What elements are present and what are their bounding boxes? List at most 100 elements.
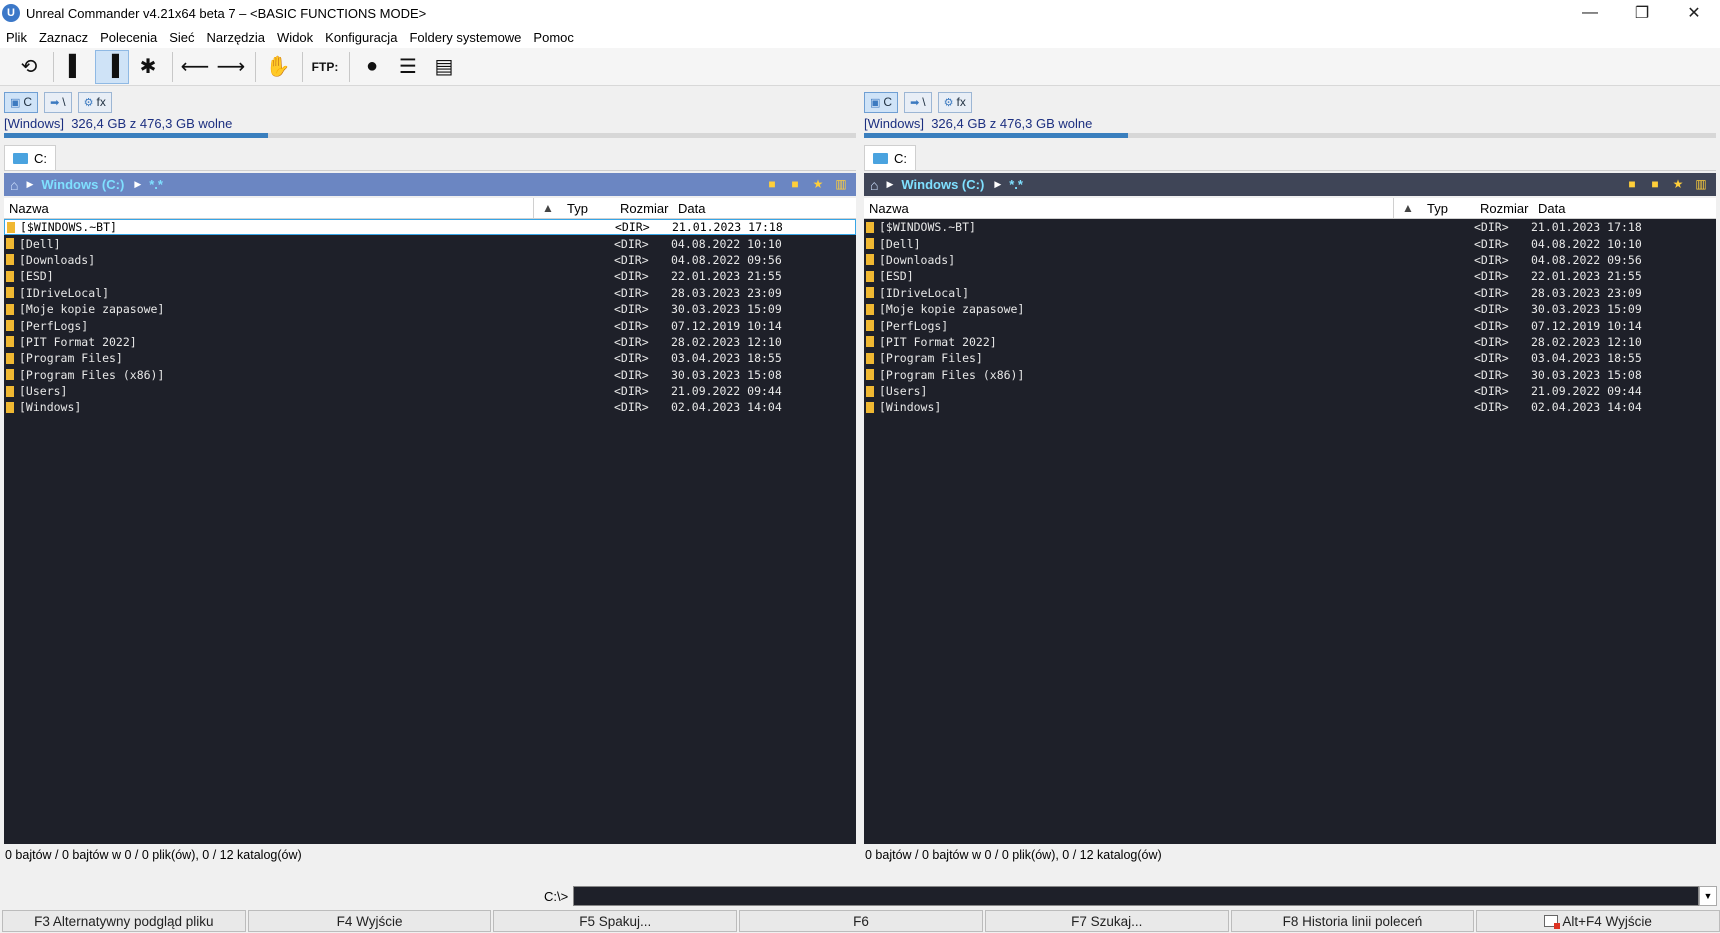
file-row[interactable]: [Downloads] <DIR> 04.08.2022 09:56 — [4, 252, 856, 268]
menu-konfiguracja[interactable]: Konfiguracja — [325, 30, 397, 45]
forward-icon[interactable]: ⟶ — [214, 50, 248, 84]
column-name[interactable]: Nazwa — [9, 201, 49, 216]
file-row[interactable]: [Program Files] <DIR> 03.04.2023 18:55 — [864, 350, 1716, 366]
star-icon[interactable]: ★ — [1669, 177, 1687, 193]
column-name[interactable]: Nazwa — [869, 201, 909, 216]
column-type[interactable]: Typ — [567, 201, 588, 216]
computer-icon[interactable]: ⌂ — [870, 177, 878, 193]
f8-button[interactable]: F8 Historia linii poleceń — [1230, 910, 1475, 932]
path-drive[interactable]: Windows (C:) — [41, 177, 124, 192]
file-row[interactable]: [PIT Format 2022] <DIR> 28.02.2023 12:10 — [4, 334, 856, 350]
alt-f4-button[interactable]: Alt+F4 Wyjście — [1476, 910, 1720, 932]
history-icon[interactable]: ▥ — [1692, 177, 1710, 193]
history-icon[interactable]: ▥ — [832, 177, 850, 193]
list-icon[interactable]: ☰ — [391, 50, 425, 84]
command-input[interactable] — [573, 886, 1699, 906]
back-icon[interactable]: ⟵ — [178, 50, 212, 84]
f6-button[interactable]: F6 — [739, 910, 983, 932]
select-files-icon[interactable]: ✱ — [131, 50, 165, 84]
f3-button[interactable]: F3 Alternatywny podgląd pliku — [2, 910, 246, 932]
panel-right-icon[interactable]: ▐ — [95, 49, 129, 84]
column-date[interactable]: Data — [678, 201, 705, 216]
f4-button[interactable]: F4 Wyjście — [247, 910, 492, 932]
folder-icon — [866, 369, 874, 381]
column-size[interactable]: Rozmiar — [1480, 201, 1528, 216]
file-row[interactable]: [Dell] <DIR> 04.08.2022 10:10 — [4, 235, 856, 251]
path-mask[interactable]: *.* — [1009, 177, 1023, 192]
file-row[interactable]: [$WINDOWS.~BT] <DIR> 21.01.2023 17:18 — [864, 219, 1716, 235]
file-row[interactable]: [Users] <DIR> 21.09.2022 09:44 — [4, 383, 856, 399]
file-date: 04.08.2022 09:56 — [1531, 252, 1642, 267]
path-drive[interactable]: Windows (C:) — [901, 177, 984, 192]
disk-info: [Windows] 326,4 GB z 476,3 GB wolne — [864, 114, 1716, 132]
favorites-folder-icon[interactable]: ■ — [763, 177, 781, 193]
menu-plik[interactable]: Plik — [6, 30, 27, 45]
fx-button[interactable]: ⚙ fx — [77, 91, 112, 113]
file-row[interactable]: [IDriveLocal] <DIR> 28.03.2023 23:09 — [4, 285, 856, 301]
file-date: 30.03.2023 15:08 — [1531, 367, 1642, 382]
refresh-icon[interactable]: ⟲ — [12, 50, 46, 84]
sort-ascending-icon[interactable]: ▲ — [542, 201, 554, 215]
tab-c[interactable]: C: — [864, 145, 916, 170]
file-row[interactable]: [Windows] <DIR> 02.04.2023 14:04 — [4, 399, 856, 415]
f5-button[interactable]: F5 Spakuj... — [493, 910, 738, 932]
new-folder-icon[interactable]: ■ — [786, 177, 804, 193]
folder-icon — [6, 287, 14, 299]
file-list[interactable]: [$WINDOWS.~BT] <DIR> 21.01.2023 17:18 [Dell… — [864, 219, 1716, 844]
file-row[interactable]: [Dell] <DIR> 04.08.2022 10:10 — [864, 235, 1716, 251]
path-tools: ■ ■ ★ ▥ — [758, 177, 856, 193]
file-row[interactable]: [Program Files] <DIR> 03.04.2023 18:55 — [4, 350, 856, 366]
menu-foldery-systemowe[interactable]: Foldery systemowe — [409, 30, 521, 45]
file-row[interactable]: [PIT Format 2022] <DIR> 28.02.2023 12:10 — [864, 334, 1716, 350]
menu-polecenia[interactable]: Polecenia — [100, 30, 157, 45]
close-button[interactable]: ✕ — [1668, 0, 1720, 26]
file-row[interactable]: [$WINDOWS.~BT] <DIR> 21.01.2023 17:18 — [4, 219, 856, 236]
sort-ascending-icon[interactable]: ▲ — [1402, 201, 1414, 215]
path-mask[interactable]: *.* — [149, 177, 163, 192]
menu-narzedzia[interactable]: Narzędzia — [207, 30, 266, 45]
menu-pomoc[interactable]: Pomoc — [533, 30, 573, 45]
archive-icon[interactable]: ✋ — [261, 50, 295, 84]
column-size[interactable]: Rozmiar — [620, 201, 668, 216]
favorites-folder-icon[interactable]: ■ — [1623, 177, 1641, 193]
file-row[interactable]: [Moje kopie zapasowe] <DIR> 30.03.2023 15:… — [864, 301, 1716, 317]
file-row[interactable]: [Program Files (x86)] <DIR> 30.03.2023 15:… — [4, 367, 856, 383]
star-icon[interactable]: ★ — [809, 177, 827, 193]
file-size: <DIR> — [1474, 302, 1509, 317]
drive-c-button[interactable]: ▣ C — [4, 91, 39, 113]
drive-icon: ▣ — [870, 96, 881, 109]
file-row[interactable]: [Downloads] <DIR> 04.08.2022 09:56 — [864, 252, 1716, 268]
root-button[interactable]: ➡ \ — [44, 91, 72, 113]
root-button[interactable]: ➡ \ — [904, 91, 932, 113]
notepad-icon[interactable]: ▤ — [427, 50, 461, 84]
file-row[interactable]: [ESD] <DIR> 22.01.2023 21:55 — [4, 268, 856, 284]
file-row[interactable]: [Program Files (x86)] <DIR> 30.03.2023 15:… — [864, 367, 1716, 383]
panel-left-icon[interactable]: ▌ — [59, 50, 93, 84]
minimize-button[interactable]: — — [1564, 0, 1616, 26]
menu-widok[interactable]: Widok — [277, 30, 313, 45]
file-list[interactable]: [$WINDOWS.~BT] <DIR> 21.01.2023 17:18 [Dell… — [4, 219, 856, 844]
menu-zaznacz[interactable]: Zaznacz — [39, 30, 88, 45]
chevron-down-icon[interactable]: ▼ — [1699, 886, 1717, 906]
file-row[interactable]: [Moje kopie zapasowe] <DIR> 30.03.2023 15:… — [4, 301, 856, 317]
ftp-button[interactable]: FTP: — [308, 50, 342, 84]
search-icon[interactable]: ● — [355, 50, 389, 84]
file-row[interactable]: [Windows] <DIR> 02.04.2023 14:04 — [864, 399, 1716, 415]
f7-button[interactable]: F7 Szukaj... — [984, 910, 1229, 932]
drive-c-button[interactable]: ▣ C — [864, 91, 899, 113]
new-folder-icon[interactable]: ■ — [1646, 177, 1664, 193]
column-type[interactable]: Typ — [1427, 201, 1448, 216]
tab-c[interactable]: C: — [4, 145, 56, 170]
file-row[interactable]: [Users] <DIR> 21.09.2022 09:44 — [864, 383, 1716, 399]
maximize-button[interactable]: ❐ — [1616, 0, 1668, 26]
file-row[interactable]: [PerfLogs] <DIR> 07.12.2019 10:14 — [864, 317, 1716, 333]
column-date[interactable]: Data — [1538, 201, 1565, 216]
file-row[interactable]: [IDriveLocal] <DIR> 28.03.2023 23:09 — [864, 285, 1716, 301]
menu-siec[interactable]: Sieć — [169, 30, 194, 45]
app-logo-icon[interactable]: U — [2, 4, 20, 22]
file-row[interactable]: [PerfLogs] <DIR> 07.12.2019 10:14 — [4, 317, 856, 333]
fx-button[interactable]: ⚙ fx — [937, 91, 972, 113]
disk-usage-fill — [4, 133, 269, 138]
file-row[interactable]: [ESD] <DIR> 22.01.2023 21:55 — [864, 268, 1716, 284]
computer-icon[interactable]: ⌂ — [10, 177, 18, 193]
